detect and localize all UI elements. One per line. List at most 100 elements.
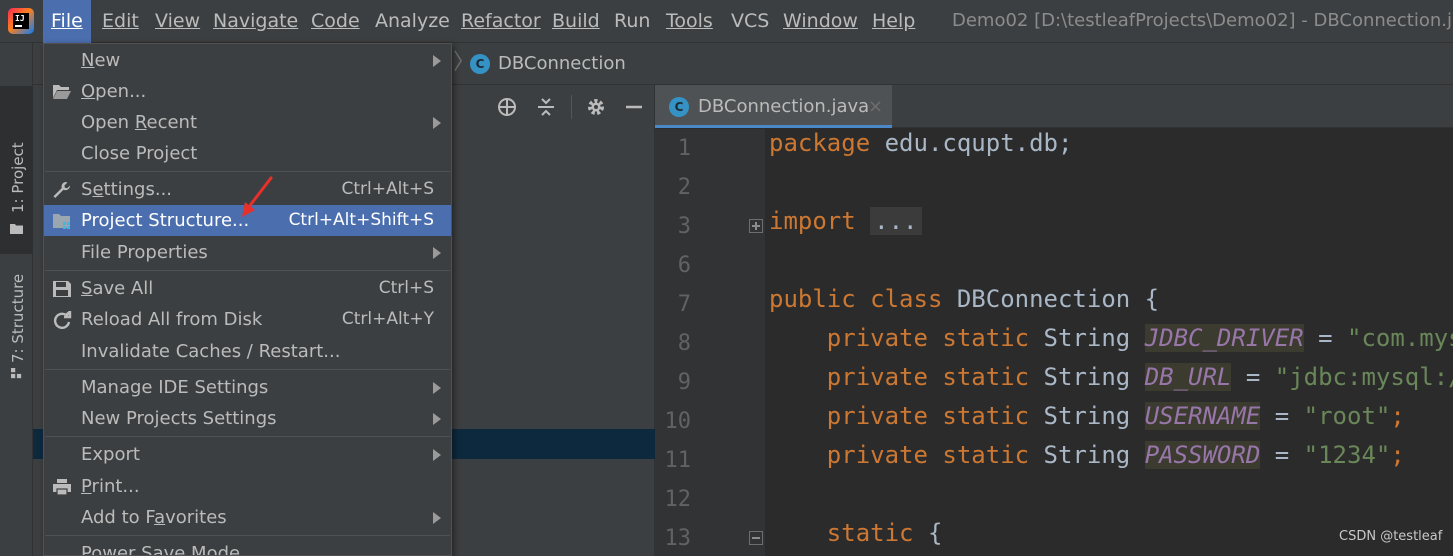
code-line: private static String USERNAME = "root";: [826, 402, 1405, 430]
menu-item-save-all[interactable]: Save All Ctrl+S: [44, 273, 451, 304]
menu-item-label: Print...: [81, 476, 140, 497]
menu-item-invalidate-caches[interactable]: Invalidate Caches / Restart...: [44, 336, 451, 367]
line-number: 6: [677, 253, 691, 278]
menu-item-label: New Projects Settings: [81, 408, 277, 429]
menu-refactor[interactable]: Refactor: [453, 0, 549, 43]
toolbar-divider: [571, 95, 572, 119]
intellij-logo-icon: IJ: [8, 8, 34, 34]
submenu-arrow-icon: [433, 55, 441, 67]
menu-item-add-to-favorites[interactable]: Add to Favorites: [44, 502, 451, 533]
line-number: 12: [664, 487, 692, 512]
gear-icon[interactable]: [585, 96, 607, 118]
menu-item-label: Manage IDE Settings: [81, 377, 269, 398]
folder-icon: [10, 224, 23, 234]
menu-view[interactable]: View: [147, 0, 208, 43]
menu-item-label: File Properties: [81, 242, 208, 263]
menu-item-print[interactable]: Print...: [44, 471, 451, 502]
submenu-arrow-icon: [433, 117, 441, 129]
menu-item-label: Add to Favorites: [81, 507, 227, 528]
menu-separator: [45, 369, 450, 370]
menu-bar: IJ File Edit View Navigate Code Analyze …: [0, 0, 1453, 43]
menu-item-label: New: [81, 50, 121, 71]
menu-item-label: Invalidate Caches / Restart...: [81, 341, 341, 362]
menu-item-open-recent[interactable]: Open Recent: [44, 107, 451, 138]
menu-item-label: Close Project: [81, 143, 198, 164]
annotation-arrow-icon: [242, 176, 273, 217]
menu-item-power-save-mode[interactable]: Power Save Mode: [44, 538, 451, 555]
menu-analyze[interactable]: Analyze: [367, 0, 458, 43]
menu-file[interactable]: File: [43, 0, 91, 43]
menu-item-reload-all[interactable]: Reload All from Disk Ctrl+Alt+Y: [44, 304, 451, 335]
menu-help[interactable]: Help: [864, 0, 923, 43]
menu-item-new[interactable]: New: [44, 45, 451, 76]
submenu-arrow-icon: [433, 413, 441, 425]
collapse-all-icon[interactable]: [535, 96, 557, 118]
menu-item-shortcut: Ctrl+S: [378, 278, 434, 298]
submenu-arrow-icon: [433, 247, 441, 259]
menu-item-open[interactable]: Open...: [44, 76, 451, 107]
code-line: public class DBConnection {: [769, 285, 1160, 313]
submenu-arrow-icon: [433, 382, 441, 394]
breadcrumb-class[interactable]: DBConnection: [498, 43, 626, 85]
tool-tab-structure-label: 7: Structure: [9, 273, 27, 363]
printer-icon: [53, 479, 71, 496]
tool-tab-project[interactable]: 1: Project: [0, 86, 33, 254]
menu-code[interactable]: Code: [303, 0, 368, 43]
structure-icon: [11, 368, 22, 379]
fold-collapse-icon[interactable]: [749, 531, 763, 545]
watermark: CSDN @testleaf: [1339, 529, 1443, 544]
menu-item-label: Reload All from Disk: [81, 309, 263, 330]
menu-item-close-project[interactable]: Close Project: [44, 138, 451, 169]
menu-item-shortcut: Ctrl+Alt+Y: [341, 309, 434, 329]
line-number: 2: [677, 175, 691, 200]
menu-item-file-properties[interactable]: File Properties: [44, 237, 451, 268]
menu-separator: [45, 171, 450, 172]
editor-tab-label: DBConnection.java: [698, 96, 870, 117]
menu-edit[interactable]: Edit: [94, 0, 147, 43]
menu-separator: [45, 270, 450, 271]
code-text-area[interactable]: package edu.cqupt.db; import ... public …: [765, 129, 1453, 556]
menu-item-label: Project Structure...: [81, 210, 250, 231]
menu-separator: [45, 535, 450, 536]
file-menu-dropdown: New Open... Open Recent Close Project Se…: [43, 43, 452, 556]
line-number: 1: [677, 136, 691, 161]
fold-expand-icon[interactable]: [749, 219, 763, 233]
line-number: 3: [677, 214, 691, 239]
menu-item-shortcut: Ctrl+Alt+S: [341, 179, 434, 199]
close-icon[interactable]: ×: [868, 85, 883, 128]
menu-item-manage-ide-settings[interactable]: Manage IDE Settings: [44, 372, 451, 403]
java-class-icon: C: [470, 54, 490, 74]
menu-item-export[interactable]: Export: [44, 439, 451, 470]
java-class-icon: C: [669, 97, 689, 117]
code-line: static {: [826, 519, 943, 547]
open-folder-icon: [53, 85, 71, 99]
line-number: 10: [664, 409, 692, 434]
menu-build[interactable]: Build: [544, 0, 608, 43]
editor-tab-dbconnection[interactable]: C DBConnection.java ×: [655, 85, 892, 128]
submenu-arrow-icon: [433, 449, 441, 461]
tool-tab-structure[interactable]: 7: Structure: [0, 268, 33, 388]
menu-item-new-projects-settings[interactable]: New Projects Settings: [44, 403, 451, 434]
code-line: import ...: [769, 207, 922, 246]
locate-icon[interactable]: [496, 96, 518, 118]
line-number: 7: [677, 292, 691, 317]
tool-tab-project-label: 1: Project: [9, 142, 27, 213]
folded-imports[interactable]: ...: [870, 207, 922, 235]
menu-tools[interactable]: Tools: [658, 0, 721, 43]
menu-run[interactable]: Run: [606, 0, 658, 43]
window-title: Demo02 [D:\testleafProjects\Demo02] - DB…: [952, 10, 1453, 31]
menu-vcs[interactable]: VCS: [723, 0, 777, 43]
menu-navigate[interactable]: Navigate: [205, 0, 306, 43]
menu-item-label: Save All: [81, 278, 154, 299]
line-number: 9: [677, 370, 691, 395]
menu-separator: [45, 436, 450, 437]
wrench-icon: [53, 182, 71, 198]
line-number: 11: [664, 448, 692, 473]
menu-item-label: Open...: [81, 81, 147, 102]
line-number-gutter: 1 2 3 6 7 8 9 10 11 12 13: [655, 129, 765, 556]
minimize-icon[interactable]: [623, 96, 645, 118]
line-number: 13: [664, 526, 692, 551]
menu-window[interactable]: Window: [775, 0, 866, 43]
refresh-icon: [53, 311, 72, 329]
code-editor: C DBConnection.java × 1 2 3 6 7 8 9 10 1…: [655, 85, 1453, 556]
